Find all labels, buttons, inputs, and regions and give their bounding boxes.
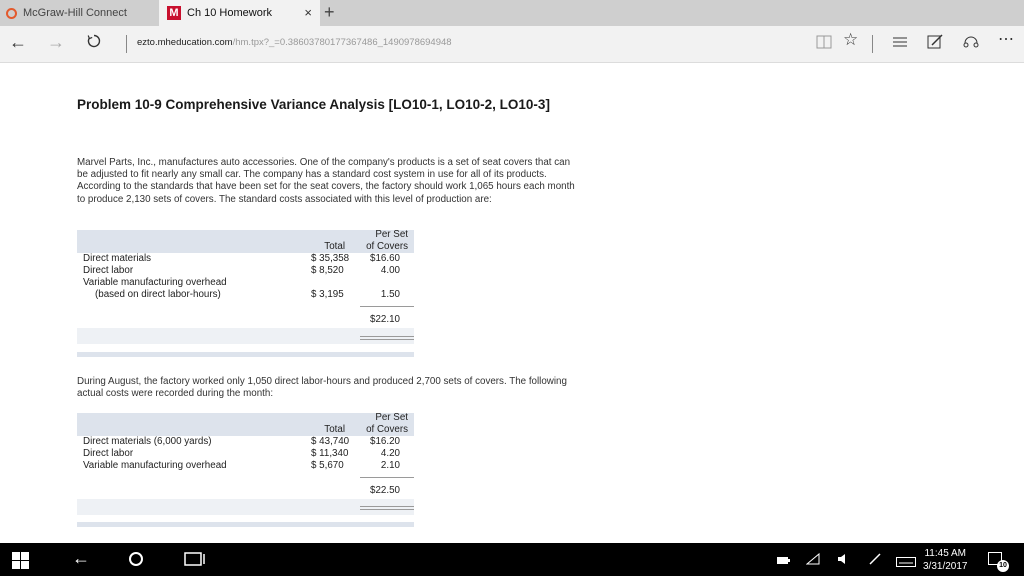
mcgraw-hill-logo-icon: M: [167, 6, 181, 20]
row-label: Direct labor: [83, 448, 134, 459]
divider: [126, 35, 127, 53]
table-row: Direct materials (6,000 yards) $ 43,740 …: [77, 436, 414, 448]
task-view-icon[interactable]: [184, 551, 206, 572]
table-row: Direct labor $ 8,520 4.00: [77, 265, 414, 277]
web-note-icon[interactable]: [927, 34, 943, 53]
close-icon[interactable]: ×: [304, 5, 312, 20]
windows-logo-icon: [12, 552, 20, 560]
url-host: ezto.mheducation.com: [137, 37, 233, 48]
table-row-sum: $22.50: [77, 485, 414, 497]
problem-intro: Marvel Parts, Inc., manufactures auto ac…: [77, 157, 575, 205]
column-header-per-set-2: of Covers: [366, 424, 408, 435]
column-header-per-set: Per Set: [375, 229, 408, 240]
double-rule: [360, 506, 414, 507]
row-label: Variable manufacturing overhead: [83, 460, 227, 471]
sum-rule: [360, 477, 414, 478]
url-path: /hm.tpx?_=0.38603780177367486_1490978694…: [232, 37, 452, 48]
standard-cost-table: Total Per Set of Covers Direct materials…: [77, 229, 414, 357]
table-row: Variable manufacturing overhead $ 5,670 …: [77, 460, 414, 472]
back-arrow-icon[interactable]: ←: [72, 548, 90, 569]
table-footer: [77, 352, 414, 357]
forward-arrow-icon[interactable]: →: [47, 32, 65, 53]
volume-icon[interactable]: [836, 552, 850, 571]
problem-title: Problem 10-9 Comprehensive Variance Anal…: [77, 97, 550, 112]
double-rule: [360, 339, 414, 340]
row-total: $ 8,520: [311, 265, 344, 276]
row-label: (based on direct labor-hours): [95, 289, 221, 300]
back-arrow-icon[interactable]: ←: [9, 32, 27, 53]
hub-icon[interactable]: [892, 35, 908, 52]
sum-rule: [360, 306, 414, 307]
row-label: Direct materials (6,000 yards): [83, 436, 212, 447]
column-header-total: Total: [324, 241, 345, 252]
column-header-per-set-2: of Covers: [366, 241, 408, 252]
double-rule: [360, 509, 414, 510]
tab-label: McGraw-Hill Connect: [23, 7, 127, 19]
pen-workspace-icon[interactable]: [868, 552, 882, 571]
tab-strip: McGraw-Hill Connect M Ch 10 Homework × +: [0, 0, 1024, 26]
tab-ch10-homework[interactable]: M Ch 10 Homework ×: [159, 0, 320, 26]
wifi-icon[interactable]: [805, 552, 820, 571]
tab-mcgraw-hill-connect[interactable]: McGraw-Hill Connect: [0, 0, 158, 26]
table-row: Direct materials $ 35,358 $16.60: [77, 253, 414, 265]
row-per-set: 4.20: [380, 448, 400, 459]
row-total: $ 3,195: [311, 289, 344, 300]
clock-time: 11:45 AM: [924, 548, 966, 559]
row-per-set: $16.20: [370, 436, 400, 447]
loading-ring-icon: [6, 7, 17, 19]
tab-label: Ch 10 Homework: [187, 7, 272, 19]
table-band: [77, 499, 414, 515]
actual-cost-table: Total Per Set of Covers Direct materials…: [77, 412, 414, 528]
system-clock[interactable]: 11:45 AM 3/31/2017: [923, 547, 968, 573]
row-per-set: 2.10: [380, 460, 400, 471]
column-header-per-set: Per Set: [375, 412, 408, 423]
column-header-total: Total: [324, 424, 345, 435]
row-label: Direct materials: [83, 253, 152, 264]
table-row: Direct labor $ 11,340 4.20: [77, 448, 414, 460]
clock-date: 3/31/2017: [923, 561, 968, 572]
keyboard-icon[interactable]: [896, 554, 916, 572]
table-row-sum: $22.10: [77, 314, 414, 326]
favorite-star-icon[interactable]: ☆: [843, 30, 858, 50]
more-options-icon[interactable]: ⋯: [998, 29, 1014, 49]
per-set-sum: $22.50: [370, 485, 400, 496]
row-total: $ 11,340: [311, 448, 349, 459]
row-label: Direct labor: [83, 265, 134, 276]
url-field[interactable]: ezto.mheducation.com/hm.tpx?_=0.38603780…: [137, 37, 452, 48]
battery-icon[interactable]: [776, 553, 790, 571]
refresh-icon[interactable]: [86, 33, 102, 54]
per-set-sum: $22.10: [370, 314, 400, 325]
table-row: (based on direct labor-hours) $ 3,195 1.…: [77, 289, 414, 301]
divider: [872, 35, 873, 53]
share-icon[interactable]: [963, 34, 979, 53]
windows-taskbar: ← 11:45 AM 3/31/2017 10: [0, 543, 1024, 576]
row-per-set: 4.00: [380, 265, 400, 276]
row-per-set: 1.50: [380, 289, 400, 300]
start-button[interactable]: [12, 552, 29, 569]
row-total: $ 5,670: [311, 460, 344, 471]
notification-count-badge: 10: [997, 560, 1009, 572]
new-tab-button[interactable]: +: [324, 2, 335, 23]
table-row: Variable manufacturing overhead: [77, 277, 414, 289]
row-per-set: $16.60: [370, 253, 400, 264]
row-total: $ 35,358: [311, 253, 350, 264]
cortana-icon[interactable]: [128, 551, 144, 572]
table-footer: [77, 522, 414, 527]
row-total: $ 43,740: [311, 436, 350, 447]
reading-view-icon[interactable]: [816, 35, 832, 52]
address-bar: ← → ezto.mheducation.com/hm.tpx?_=0.3860…: [0, 26, 1024, 63]
row-label: Variable manufacturing overhead: [83, 277, 227, 288]
double-rule: [360, 336, 414, 337]
problem-actual-intro: During August, the factory worked only 1…: [77, 376, 567, 400]
